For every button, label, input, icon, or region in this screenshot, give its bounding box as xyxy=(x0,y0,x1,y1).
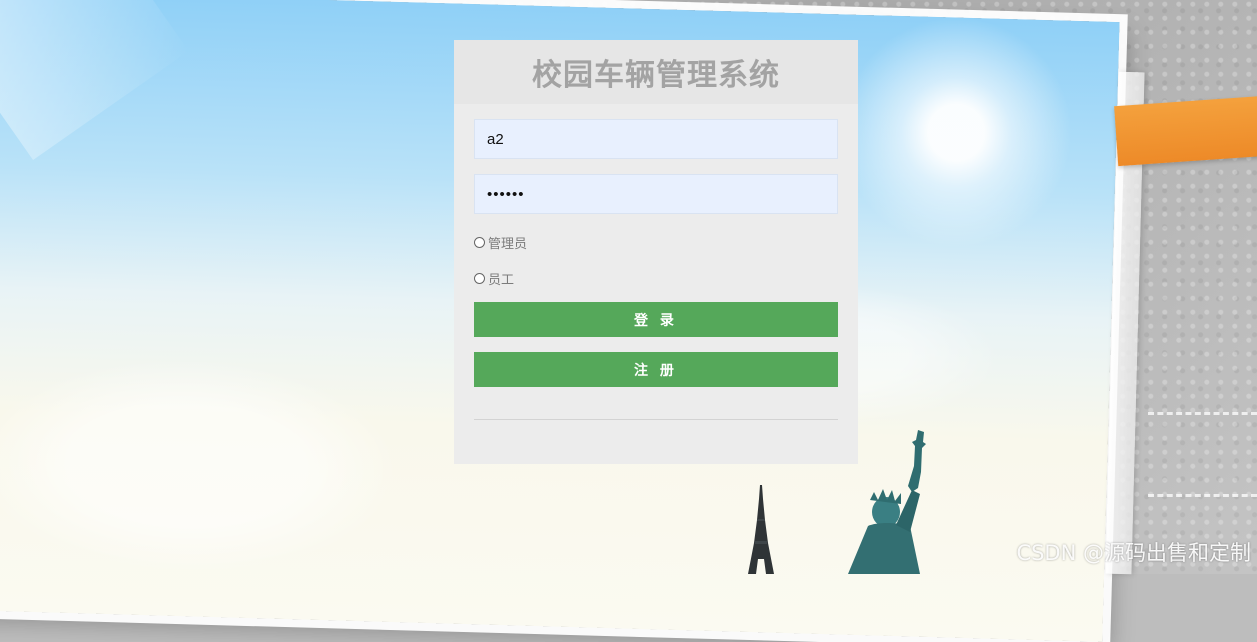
register-button[interactable]: 注 册 xyxy=(474,352,838,387)
csdn-watermark: CSDN @源码出售和定制 xyxy=(1016,541,1251,565)
login-button[interactable]: 登 录 xyxy=(474,302,838,337)
eiffel-tower-icon xyxy=(748,485,774,574)
password-input[interactable] xyxy=(474,174,838,214)
role-option-admin[interactable]: 管理员 xyxy=(474,233,527,252)
login-panel: 校园车辆管理系统 管理员 员工 登 录 注 册 xyxy=(454,40,858,464)
admin-radio[interactable] xyxy=(474,237,485,248)
system-title: 校园车辆管理系统 xyxy=(532,58,780,93)
role-option-staff[interactable]: 员工 xyxy=(474,269,514,288)
panel-header: 校园车辆管理系统 xyxy=(454,40,858,104)
staff-radio-label: 员工 xyxy=(488,273,515,288)
panel-divider xyxy=(474,419,838,420)
admin-radio-label: 管理员 xyxy=(488,237,528,252)
stitch-line-upper xyxy=(1148,412,1257,415)
orange-ribbon xyxy=(1114,95,1257,167)
staff-radio[interactable] xyxy=(474,273,485,284)
username-input[interactable] xyxy=(474,119,838,159)
stitch-line-lower xyxy=(1148,494,1257,497)
